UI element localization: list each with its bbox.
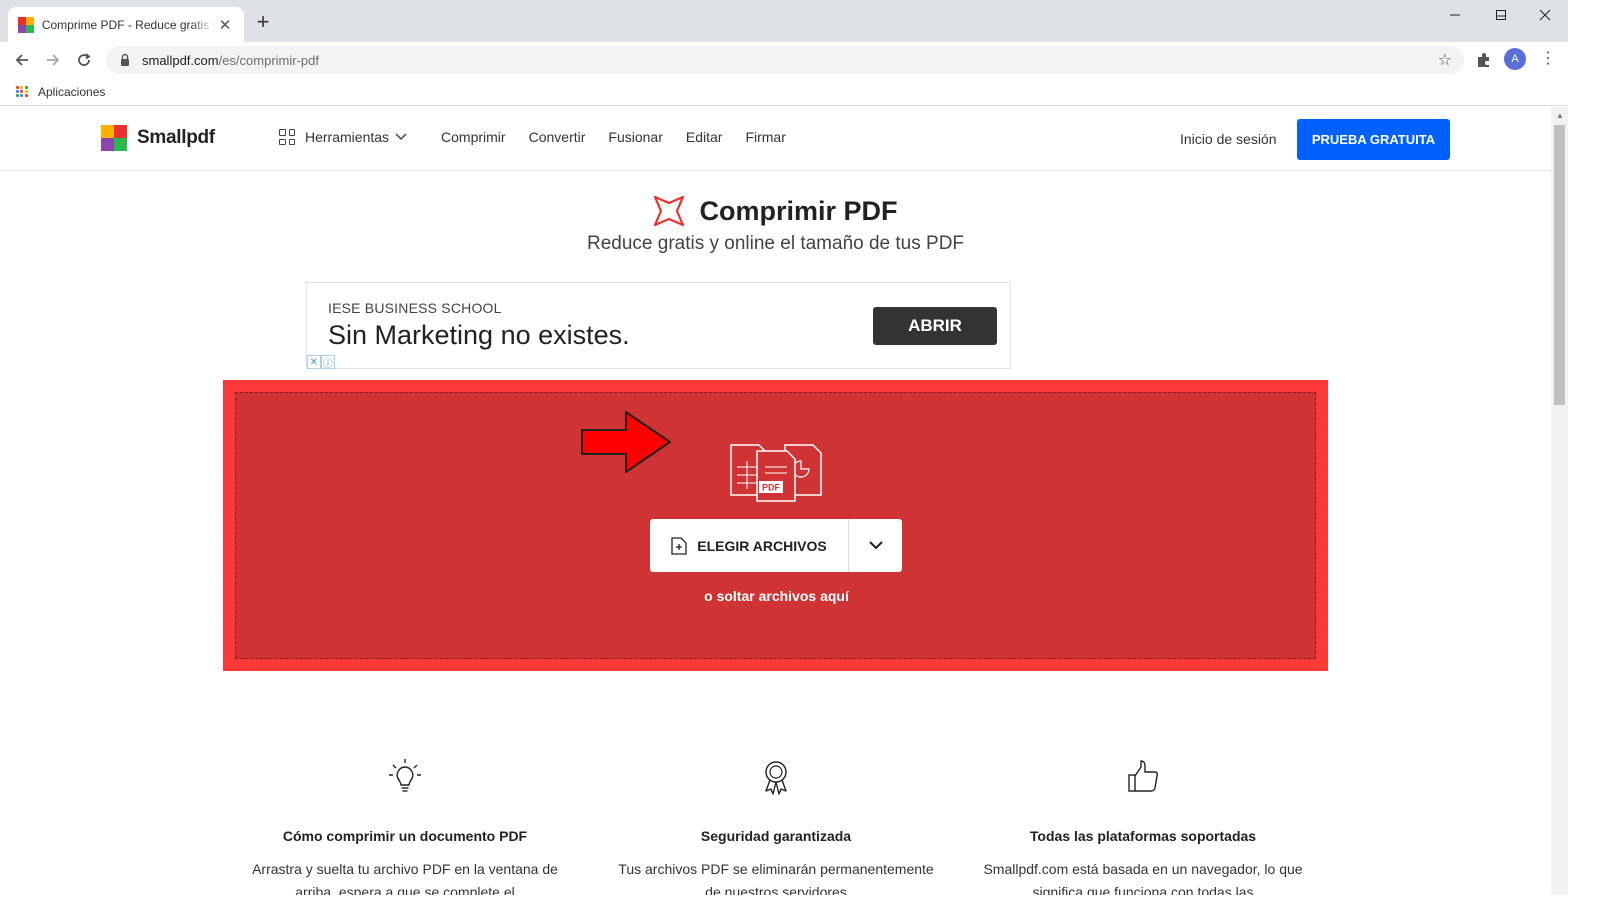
window-close-button[interactable] xyxy=(1522,0,1568,30)
web-page: Smallpdf Herramientas Comprimir Converti… xyxy=(0,107,1551,895)
nav-compress[interactable]: Comprimir xyxy=(441,129,506,145)
page-scrollbar[interactable]: ▲ xyxy=(1551,107,1568,895)
compress-icon xyxy=(654,195,685,227)
browser-toolbar: smallpdf.com/es/comprimir-pdf ☆ A ⋮ xyxy=(0,42,1568,78)
choose-files-dropdown[interactable] xyxy=(849,519,902,572)
window-minimize-button[interactable] xyxy=(1432,0,1478,30)
scroll-thumb[interactable] xyxy=(1554,125,1565,405)
url-host: smallpdf.com xyxy=(142,52,219,68)
scroll-up-icon[interactable]: ▲ xyxy=(1556,111,1564,120)
smallpdf-favicon-icon xyxy=(18,16,34,33)
smallpdf-logo-icon xyxy=(101,125,127,151)
back-arrow-icon[interactable] xyxy=(10,48,34,72)
smallpdf-logo[interactable]: Smallpdf xyxy=(101,125,215,151)
advertisement-banner[interactable]: IESE BUSINESS SCHOOL Sin Marketing no ex… xyxy=(306,282,1011,370)
nav-merge[interactable]: Fusionar xyxy=(608,129,662,145)
feature-text: Smallpdf.com está basada en un navegador… xyxy=(983,861,1303,895)
feature-text: Arrastra y suelta tu archivo PDF en la v… xyxy=(252,861,558,895)
drop-files-hint: o soltar archivos aquí xyxy=(704,588,849,604)
logo-text: Smallpdf xyxy=(137,127,215,148)
ad-brand: IESE BUSINESS SCHOOL xyxy=(328,300,502,316)
choose-files-button[interactable]: ELEGIR ARCHIVOS xyxy=(650,519,849,572)
nav-edit[interactable]: Editar xyxy=(686,129,723,145)
bookmarks-bar: Aplicaciones xyxy=(0,78,1568,106)
feature-title: Todas las plataformas soportadas xyxy=(1029,828,1257,844)
feature-text: Tus archivos PDF se eliminarán permanent… xyxy=(618,861,934,895)
bookmark-apps[interactable]: Aplicaciones xyxy=(38,85,105,99)
nav-tools-dropdown[interactable]: Herramientas xyxy=(279,129,407,145)
site-header: Smallpdf Herramientas Comprimir Converti… xyxy=(0,107,1551,171)
chevron-down-icon xyxy=(395,133,407,141)
tab-title: Comprime PDF - Reduce gratis y online el… xyxy=(41,17,217,32)
signin-link[interactable]: Inicio de sesión xyxy=(1180,131,1277,147)
main-nav: Herramientas Comprimir Convertir Fusiona… xyxy=(279,129,809,145)
dropzone-inner: PDF ELEGIR ARCHIVOS o soltar archivos aq… xyxy=(235,392,1316,659)
ad-headline: Sin Marketing no existes. xyxy=(328,320,630,350)
thumbs-up-icon xyxy=(1128,760,1159,792)
chevron-down-icon xyxy=(868,541,883,550)
choose-files-group: ELEGIR ARCHIVOS xyxy=(650,519,902,572)
tools-grid-icon xyxy=(279,129,295,145)
pointer-arrow-icon xyxy=(581,411,671,473)
new-tab-button[interactable]: + xyxy=(252,10,274,34)
profile-avatar[interactable]: A xyxy=(1504,48,1526,70)
bookmark-star-icon[interactable]: ☆ xyxy=(1438,50,1452,70)
nav-convert[interactable]: Convertir xyxy=(529,129,586,145)
window-maximize-button[interactable] xyxy=(1478,0,1524,30)
browser-tab-bar: Comprime PDF - Reduce gratis y online el… xyxy=(0,0,1568,42)
feature-platforms: Todas las plataformas soportadas Smallpd… xyxy=(983,757,1303,895)
nav-tools-label: Herramientas xyxy=(305,129,390,145)
ad-open-button[interactable]: ABRIR xyxy=(873,307,997,345)
ad-badges: ✕ ⓘ xyxy=(307,355,335,370)
choose-files-label: ELEGIR ARCHIVOS xyxy=(697,537,827,554)
reload-icon[interactable] xyxy=(72,48,96,72)
feature-title: Cómo comprimir un documento PDF xyxy=(282,828,528,844)
page-subtitle: Reduce gratis y online el tamaño de tus … xyxy=(586,233,965,254)
document-files-icon: PDF xyxy=(730,444,822,502)
lock-icon xyxy=(121,53,129,66)
feature-how-to: Cómo comprimir un documento PDF Arrastra… xyxy=(245,757,565,895)
page-heading: Comprimir PDF xyxy=(699,195,898,226)
forward-arrow-icon[interactable] xyxy=(41,48,65,72)
files-icon-pdf-label: PDF xyxy=(762,483,781,493)
file-dropzone[interactable]: PDF ELEGIR ARCHIVOS o soltar archivos aq… xyxy=(223,380,1328,671)
browser-menu-icon[interactable]: ⋮ xyxy=(1540,50,1556,68)
lightbulb-icon xyxy=(389,759,421,792)
feature-security: Seguridad garantizada Tus archivos PDF s… xyxy=(616,757,936,895)
url-path: /es/comprimir-pdf xyxy=(218,52,319,68)
nav-sign[interactable]: Firmar xyxy=(745,129,785,145)
file-plus-icon xyxy=(671,536,687,555)
ad-info-icon[interactable]: ⓘ xyxy=(321,355,335,370)
tab-close-icon[interactable]: ✕ xyxy=(216,16,234,34)
free-trial-button[interactable]: PRUEBA GRATUITA xyxy=(1297,119,1450,160)
address-bar[interactable]: smallpdf.com/es/comprimir-pdf ☆ xyxy=(106,46,1464,74)
browser-tab[interactable]: Comprime PDF - Reduce gratis y online el… xyxy=(8,7,244,42)
page-title: Comprimir PDF xyxy=(0,195,1551,227)
award-ribbon-icon xyxy=(765,761,787,795)
extensions-puzzle-icon[interactable] xyxy=(1474,50,1494,70)
apps-grid-icon[interactable] xyxy=(16,85,28,98)
features-section: Cómo comprimir un documento PDF Arrastra… xyxy=(223,757,1328,895)
feature-title: Seguridad garantizada xyxy=(700,828,852,844)
ad-close-icon[interactable]: ✕ xyxy=(307,355,321,369)
